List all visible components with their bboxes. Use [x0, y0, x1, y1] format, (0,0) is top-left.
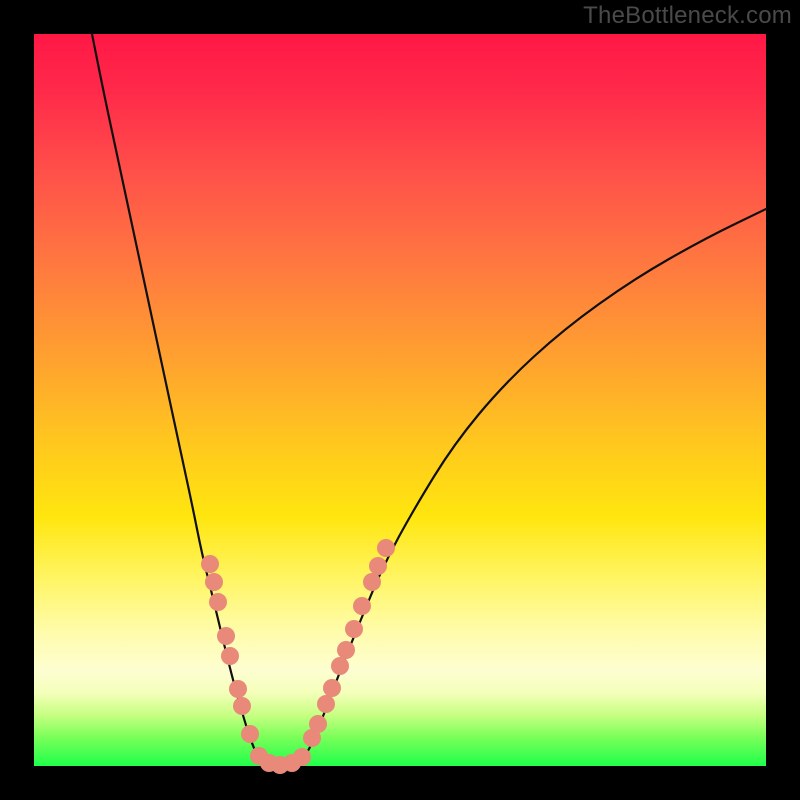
attribution-label: TheBottleneck.com: [583, 2, 792, 30]
data-bead: [337, 641, 355, 659]
data-bead: [233, 697, 251, 715]
chart-frame: TheBottleneck.com: [0, 0, 800, 800]
data-bead: [309, 715, 327, 733]
data-bead: [217, 627, 235, 645]
data-bead: [221, 647, 239, 665]
data-bead: [353, 597, 371, 615]
data-bead: [317, 695, 335, 713]
chart-svg: [34, 34, 766, 766]
data-bead: [293, 748, 311, 766]
data-bead: [331, 657, 349, 675]
data-bead: [201, 555, 219, 573]
data-bead: [205, 573, 223, 591]
data-bead: [323, 679, 341, 697]
data-bead: [377, 539, 395, 557]
curve-right-branch: [302, 209, 766, 761]
data-bead: [345, 620, 363, 638]
data-bead: [241, 725, 259, 743]
data-bead: [363, 573, 381, 591]
data-bead: [229, 680, 247, 698]
data-bead: [209, 593, 227, 611]
bead-group: [201, 539, 395, 774]
data-bead: [369, 557, 387, 575]
